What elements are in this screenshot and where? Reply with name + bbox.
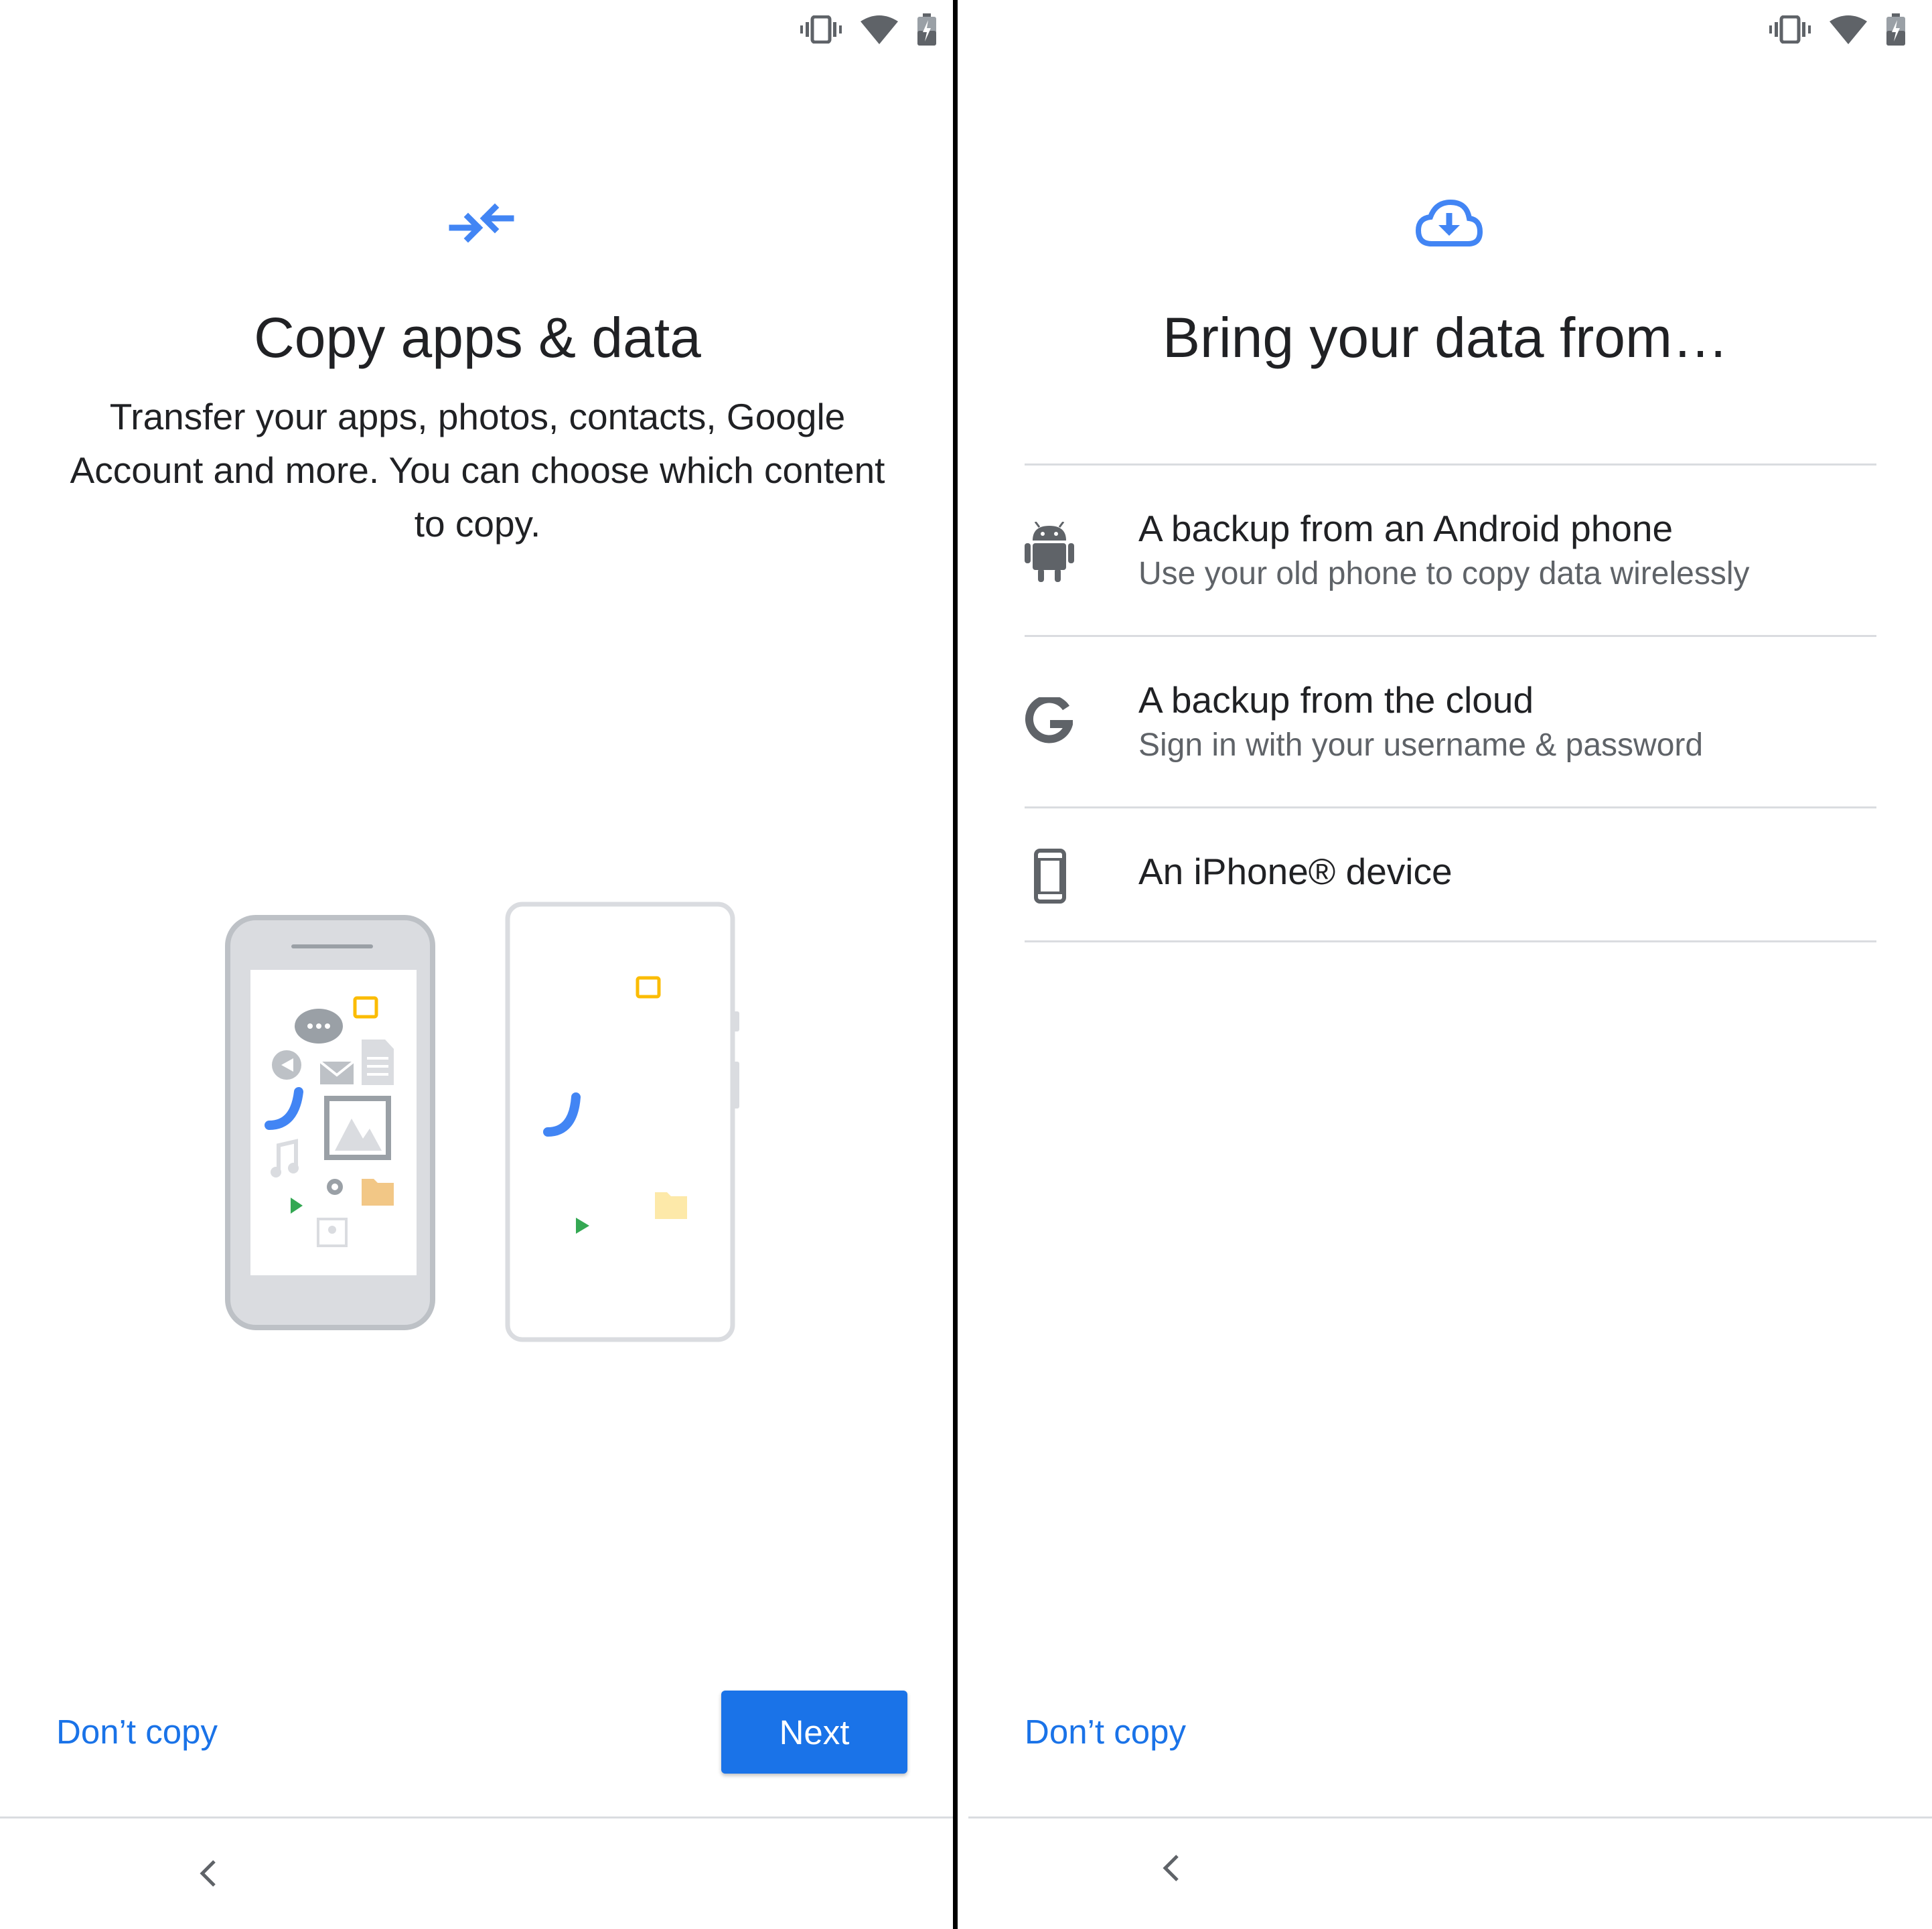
google-g-icon (1025, 695, 1074, 750)
wifi-icon (1830, 15, 1867, 44)
wifi-icon (861, 15, 898, 44)
option-iphone[interactable]: An iPhone® device (1025, 808, 1876, 941)
navigation-bar (0, 1816, 955, 1929)
back-icon[interactable] (198, 1859, 218, 1891)
option-title: A backup from an Android phone (1138, 508, 1674, 549)
dont-copy-button[interactable]: Don’t copy (1025, 1712, 1186, 1752)
bring-data-screen: Bring your data from… A backup from an A… (959, 0, 1932, 1929)
cloud-download-icon (1415, 199, 1483, 253)
page-title: Bring your data from… (1162, 306, 1728, 369)
vibrate-icon (800, 15, 842, 44)
navigation-bar (968, 1816, 1932, 1929)
option-title: An iPhone® device (1138, 851, 1453, 892)
android-icon (1025, 521, 1074, 587)
battery-icon (1886, 13, 1906, 46)
option-subtitle: Use your old phone to copy data wireless… (1138, 556, 1750, 591)
back-icon[interactable] (1161, 1853, 1181, 1886)
page-title: Copy apps & data (254, 306, 701, 369)
status-bar (800, 9, 937, 50)
page-description: Transfer your apps, photos, contacts, Go… (70, 396, 885, 545)
battery-icon (917, 13, 937, 46)
option-cloud-backup[interactable]: A backup from the cloud Sign in with you… (1025, 637, 1876, 808)
option-subtitle: Sign in with your username & password (1138, 727, 1704, 763)
phone-icon (1034, 849, 1066, 907)
option-title: A backup from the cloud (1138, 679, 1534, 721)
divider (1025, 940, 1876, 942)
transfer-illustration (221, 898, 743, 1350)
panel-divider (953, 0, 958, 1929)
transfer-arrows-icon (448, 201, 515, 258)
dont-copy-button[interactable]: Don’t copy (56, 1712, 218, 1752)
next-button[interactable]: Next (721, 1691, 907, 1774)
vibrate-icon (1769, 15, 1811, 44)
option-android-backup[interactable]: A backup from an Android phone Use your … (1025, 466, 1876, 637)
copy-apps-screen: Copy apps & data Transfer your apps, pho… (0, 0, 955, 1929)
status-bar (1769, 9, 1906, 50)
